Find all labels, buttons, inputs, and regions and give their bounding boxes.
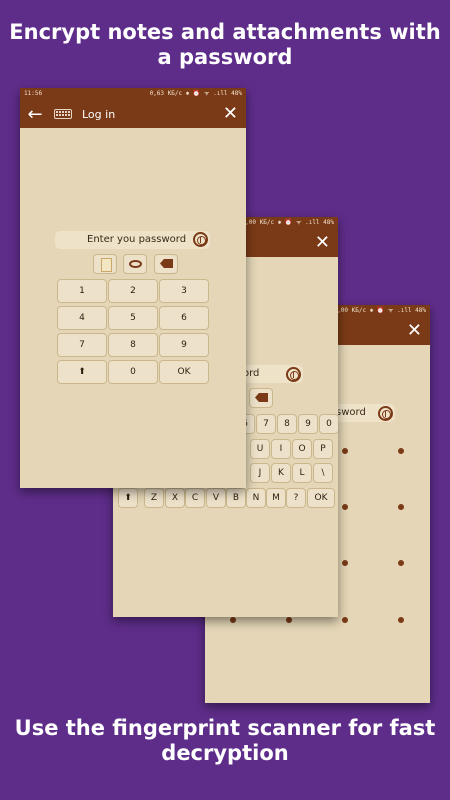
key-j[interactable]: J [250,463,270,483]
status-time: 11:56 [24,90,43,97]
backspace-icon [255,393,268,402]
close-icon[interactable]: ✕ [315,232,330,254]
backspace-button[interactable] [249,388,273,408]
key-question[interactable]: ? [286,488,306,508]
paste-button[interactable] [93,254,117,274]
eye-icon [129,260,142,268]
keyboard-icon[interactable] [54,109,72,119]
key-0[interactable]: 0 [319,414,338,434]
key-7[interactable]: 7 [57,333,107,357]
pattern-dot[interactable] [342,617,348,623]
page-title: Log in [82,107,116,121]
key-7[interactable]: 7 [256,414,276,434]
close-icon[interactable]: ✕ [407,320,422,342]
key-ok[interactable]: OK [159,360,209,384]
key-p[interactable]: P [313,439,333,459]
backspace-button[interactable] [154,254,178,274]
key-l[interactable]: L [292,463,312,483]
key-ok[interactable]: OK [307,488,335,508]
pattern-dot[interactable] [398,617,404,623]
pattern-dot[interactable] [398,504,404,510]
key-backslash[interactable]: \ [313,463,333,483]
headline-top: Encrypt notes and attachments with a pas… [9,20,441,69]
key-4[interactable]: 4 [57,306,107,330]
key-v[interactable]: V [206,488,226,508]
status-indicators: 0,63 КБ/с ✱ ⏰ ᯤ .ıll 48% [149,90,242,97]
key-c[interactable]: C [185,488,205,508]
pattern-dot[interactable] [230,617,236,623]
key-3[interactable]: 3 [159,279,209,303]
key-8[interactable]: 8 [108,333,158,357]
password-input[interactable]: Enter you password [55,231,210,249]
key-n[interactable]: N [246,488,266,508]
pattern-dot[interactable] [342,504,348,510]
key-shift[interactable]: ⬆ [118,488,138,508]
fingerprint-icon[interactable] [286,367,301,382]
app-bar: ← Log in ✕ [20,100,246,128]
show-password-button[interactable] [123,254,147,274]
key-i[interactable]: I [271,439,291,459]
key-8[interactable]: 8 [277,414,297,434]
back-arrow-icon[interactable]: ← [20,104,50,125]
fingerprint-icon[interactable] [193,232,208,247]
key-9[interactable]: 9 [298,414,318,434]
status-indicators: 0,00 КБ/с ✱ ⏰ ᯤ .ıll 48% [333,307,426,314]
paste-icon [101,258,112,272]
pattern-dot[interactable] [286,617,292,623]
key-k[interactable]: K [271,463,291,483]
pattern-dot[interactable] [342,448,348,454]
key-z[interactable]: Z [144,488,164,508]
backspace-icon [160,259,173,268]
key-6[interactable]: 6 [159,306,209,330]
key-9[interactable]: 9 [159,333,209,357]
key-x[interactable]: X [165,488,185,508]
key-2[interactable]: 2 [108,279,158,303]
status-indicators: 0,00 КБ/с ✱ ⏰ ᯤ .ıll 48% [241,219,334,226]
pattern-dot[interactable] [398,560,404,566]
close-icon[interactable]: ✕ [223,103,238,125]
headline-bottom: Use the fingerprint scanner for fast dec… [14,716,436,765]
phone-front: 11:56 0,63 КБ/с ✱ ⏰ ᯤ .ıll 48% ← Log in … [20,88,246,488]
key-u[interactable]: U [250,439,270,459]
fingerprint-icon[interactable] [378,406,393,421]
key-m[interactable]: M [266,488,286,508]
status-bar: 11:56 0,63 КБ/с ✱ ⏰ ᯤ .ıll 48% [20,88,246,100]
pattern-dot[interactable] [398,448,404,454]
key-5[interactable]: 5 [108,306,158,330]
key-b[interactable]: B [226,488,246,508]
key-0[interactable]: 0 [108,360,158,384]
password-placeholder: Enter you password [87,234,187,245]
pattern-dot[interactable] [342,560,348,566]
key-o[interactable]: O [292,439,312,459]
key-1[interactable]: 1 [57,279,107,303]
key-shift[interactable]: ⬆ [57,360,107,384]
